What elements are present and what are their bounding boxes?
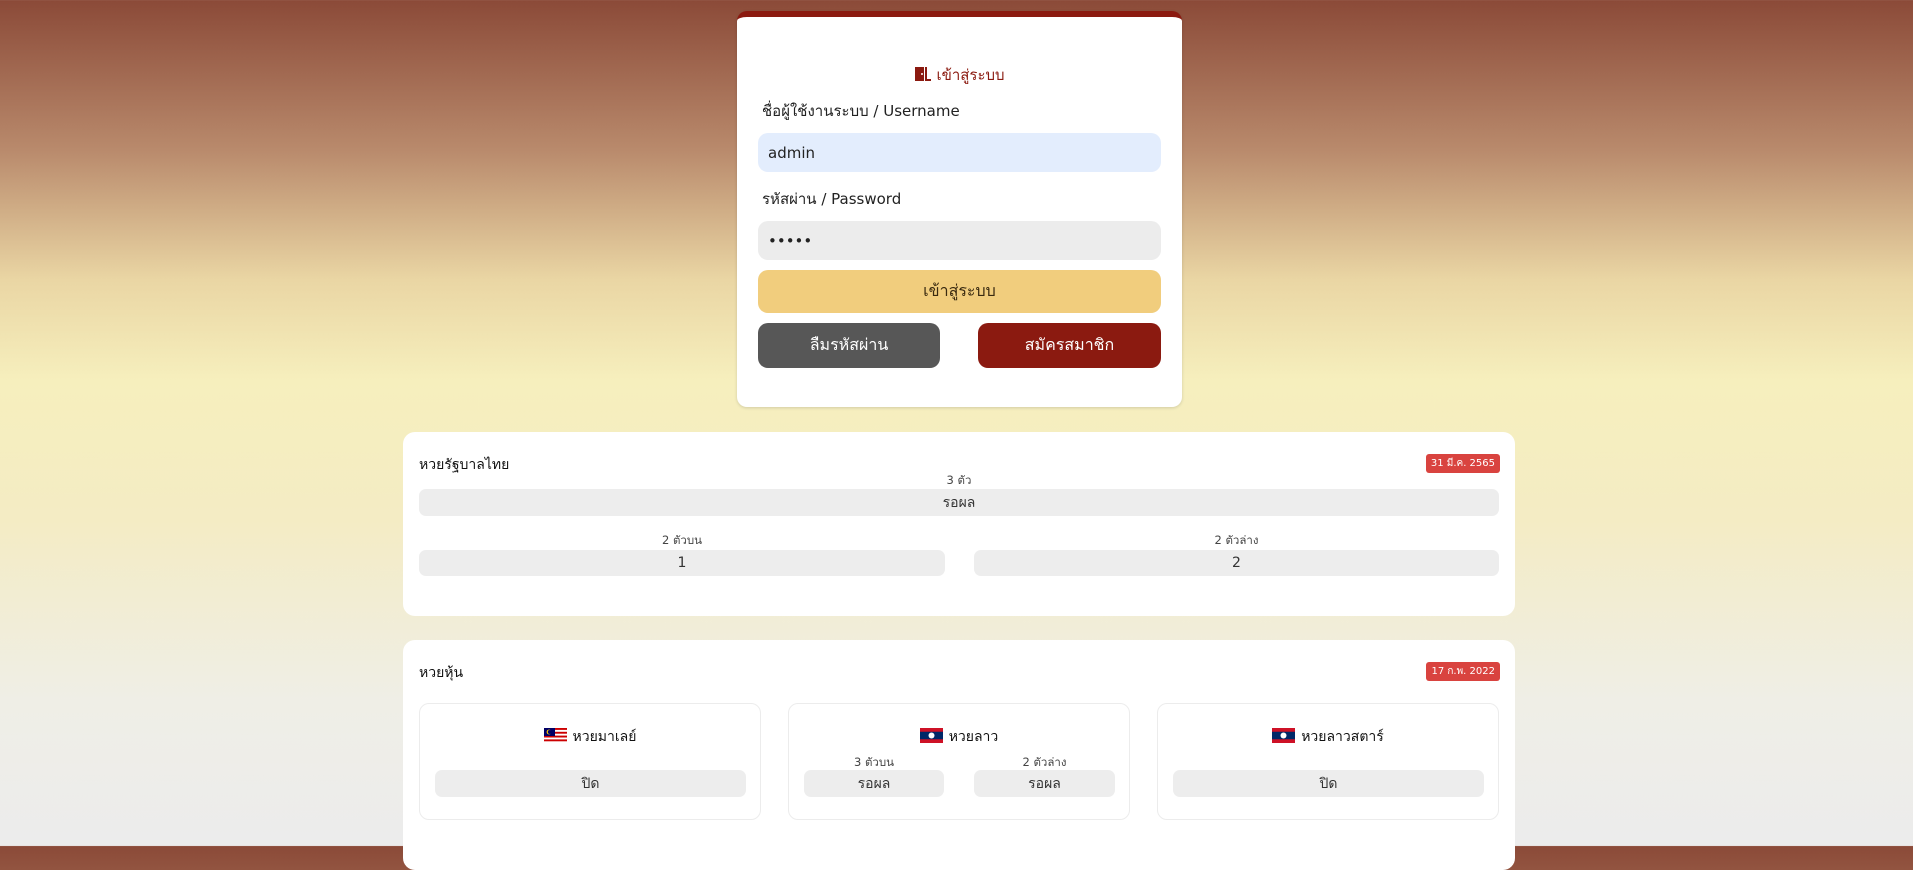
three-top-result: รอผล [804,770,944,797]
two-top-label: 2 ตัวบน [661,533,703,547]
forgot-password-button[interactable]: ลืมรหัสผ่าน [758,323,940,368]
date-badge: 17 ก.พ. 2022 [1426,662,1500,681]
login-heading: เข้าสู่ระบบ [737,63,1182,87]
thai-gov-lottery-panel: หวยรัฐบาลไทย 31 มี.ค. 2565 3 ตัว รอผล 2 … [403,432,1515,616]
lotto-card-title: หวยลาว [789,726,1129,748]
two-bottom-label: 2 ตัวล่าง [1214,533,1259,547]
door-icon [915,67,932,81]
three-digit-result: รอผล [419,489,1499,516]
two-bottom-result: 2 [974,550,1499,576]
password-input[interactable] [758,221,1161,260]
username-label: ชื่อผู้ใช้งานระบบ / Username [762,102,960,120]
lotto-card-laos-star[interactable]: หวยลาวสตาร์ ปิด [1157,703,1499,820]
lotto-name-text: หวยมาเลย์ [572,729,637,745]
date-badge: 31 มี.ค. 2565 [1425,454,1500,473]
status-pill: ปิด [435,770,746,797]
status-pill: ปิด [1173,770,1484,797]
login-title-text: เข้าสู่ระบบ [936,66,1005,84]
lotto-card-title: หวยลาวสตาร์ [1158,726,1498,748]
three-digit-label: 3 ตัว [946,473,972,487]
laos-flag-icon [919,728,943,743]
lotto-card-laos[interactable]: หวยลาว 3 ตัวบน รอผล 2 ตัวล่าง รอผล [788,703,1130,820]
stock-lottery-panel: หวยหุ้น 17 ก.พ. 2022 หวยมาเลย์ ปิด หวยลา… [403,640,1515,870]
login-button[interactable]: เข้าสู่ระบบ [758,270,1161,313]
malaysia-flag-icon [543,728,567,743]
panel-title: หวยหุ้น [419,665,464,681]
username-input[interactable] [758,133,1161,172]
laos-flag-icon [1272,728,1296,743]
register-button[interactable]: สมัครสมาชิก [978,323,1161,368]
two-bottom-result: รอผล [974,770,1115,797]
lotto-card-malaysia[interactable]: หวยมาเลย์ ปิด [419,703,761,820]
lotto-name-text: หวยลาวสตาร์ [1301,729,1384,745]
password-label: รหัสผ่าน / Password [762,190,902,208]
two-top-result: 1 [419,550,945,576]
login-card: เข้าสู่ระบบ ชื่อผู้ใช้งานระบบ / Username… [737,11,1182,407]
lotto-name-text: หวยลาว [948,729,999,745]
lotto-card-title: หวยมาเลย์ [420,726,760,748]
